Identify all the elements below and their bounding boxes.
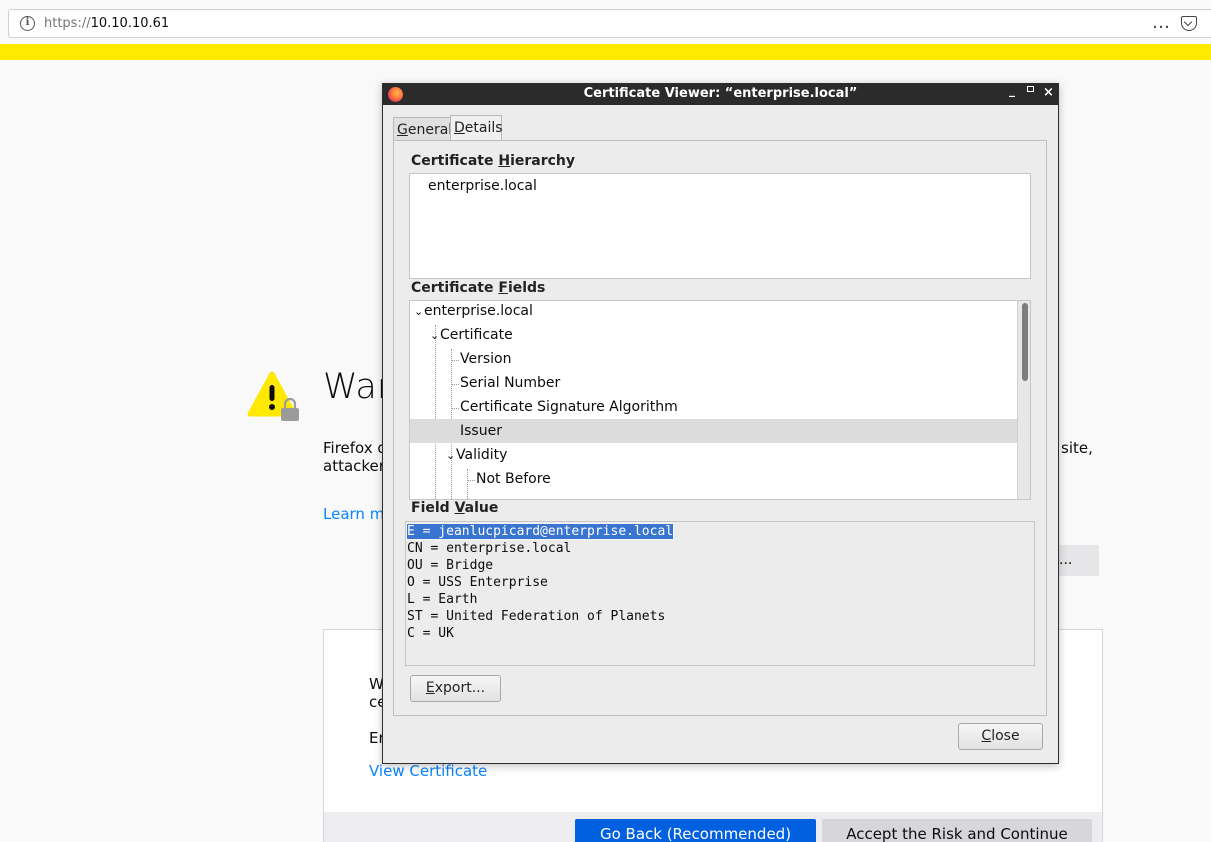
tab-details[interactable]: Details <box>450 115 503 141</box>
error-description-line2: attacker <box>323 457 385 475</box>
field-value-line: ST = United Federation of Planets <box>407 609 666 624</box>
field-value-line: CN = enterprise.local <box>407 541 572 556</box>
maximize-icon[interactable] <box>1027 86 1034 92</box>
certificate-viewer-dialog: Certificate Viewer: “enterprise.local” _… <box>382 83 1059 764</box>
close-label: lose <box>991 728 1020 744</box>
value-label-post: alue <box>464 500 499 516</box>
tree-guide-branch <box>451 384 459 385</box>
fields-label-post: ields <box>507 280 546 296</box>
dialog-title: Certificate Viewer: “enterprise.local” <box>583 86 858 101</box>
tab-details-label: etails <box>464 120 503 136</box>
error-title: War <box>323 367 392 407</box>
tree-item-signature-algorithm[interactable]: Certificate Signature Algorithm <box>460 395 678 419</box>
tree-item-version[interactable]: Version <box>460 347 511 371</box>
chevron-down-icon[interactable]: ⌄ <box>446 444 456 468</box>
certificate-fields-tree[interactable]: ⌄enterprise.local ⌄Certificate Version S… <box>409 300 1031 500</box>
tree-item-serial-number[interactable]: Serial Number <box>460 371 560 395</box>
url-scheme: https:// <box>44 16 91 31</box>
tree-item-label: Issuer <box>460 423 502 439</box>
tree-item-label: Validity <box>456 447 508 463</box>
value-label-pre: Field <box>411 500 455 516</box>
view-certificate-link[interactable]: View Certificate <box>369 762 487 780</box>
fields-label-accel: F <box>498 280 508 296</box>
tree-item-label: Certificate <box>440 327 513 343</box>
field-value-text[interactable]: E = jeanlucpicard@enterprise.local CN = … <box>405 521 1035 666</box>
export-accel: E <box>425 680 435 696</box>
hierarchy-label-post: ierarchy <box>510 153 576 169</box>
hierarchy-item[interactable]: enterprise.local <box>428 178 537 194</box>
url-text[interactable]: https://10.10.10.61 <box>44 16 169 31</box>
learn-more-link[interactable]: Learn m <box>323 505 384 523</box>
tree-item-root[interactable]: ⌄enterprise.local <box>414 301 533 324</box>
tree-guide-line <box>467 469 468 499</box>
url-bar[interactable]: i https://10.10.10.61 … <box>8 9 1211 38</box>
field-value-line: L = Earth <box>407 592 478 607</box>
tree-item-label: enterprise.local <box>424 303 533 319</box>
fields-label-pre: Certificate <box>411 280 499 296</box>
tab-details-accel: D <box>454 120 465 136</box>
tree-item-not-before[interactable]: Not Before <box>476 467 551 491</box>
chevron-down-icon[interactable]: ⌄ <box>414 301 424 324</box>
value-label-accel: V <box>454 500 465 516</box>
scrollbar-thumb[interactable] <box>1022 303 1028 381</box>
tree-guide-branch <box>451 408 459 409</box>
close-accel: C <box>981 728 992 744</box>
tree-item-issuer[interactable]: Issuer <box>410 419 1017 443</box>
accept-risk-button[interactable]: Accept the Risk and Continue <box>822 819 1092 842</box>
field-value-line: OU = Bridge <box>407 558 494 573</box>
tree-item-label: Serial Number <box>460 375 561 391</box>
browser-toolbar: i https://10.10.10.61 … <box>0 0 1211 44</box>
warning-lock-icon <box>247 371 299 421</box>
hierarchy-label-pre: Certificate <box>411 153 499 169</box>
certificate-fields-label: Certificate Fields <box>411 280 545 296</box>
close-button[interactable]: Close <box>958 723 1043 750</box>
chevron-down-icon[interactable]: ⌄ <box>430 324 440 348</box>
tree-item-certificate[interactable]: ⌄Certificate <box>430 323 513 347</box>
tree-guide-line <box>435 325 436 499</box>
field-value-line: C = UK <box>407 626 454 641</box>
error-description-line1: Firefox d <box>323 439 387 457</box>
minimize-icon[interactable]: _ <box>1009 83 1015 97</box>
error-description-end: site, <box>1061 439 1093 457</box>
warning-strip <box>0 44 1211 60</box>
field-value-selected-text: E = jeanlucpicard@enterprise.local <box>405 523 675 540</box>
export-label: xport... <box>434 680 486 696</box>
field-value-label: Field Value <box>411 500 498 516</box>
url-host: 10.10.10.61 <box>90 16 170 31</box>
tree-guide-branch <box>451 360 459 361</box>
pocket-icon[interactable] <box>1181 16 1197 31</box>
certificate-hierarchy-list[interactable]: enterprise.local <box>409 173 1031 279</box>
field-value-line: O = USS Enterprise <box>407 575 548 590</box>
export-button[interactable]: Export... <box>410 675 501 702</box>
close-icon[interactable]: × <box>1043 85 1054 100</box>
tree-item-label: Version <box>460 351 512 367</box>
field-value-line: E = jeanlucpicard@enterprise.local <box>405 523 1033 540</box>
fields-scrollbar[interactable] <box>1017 301 1030 499</box>
tree-item-label: Not Before <box>476 471 551 487</box>
info-icon[interactable]: i <box>20 16 35 31</box>
tab-general-accel: G <box>397 122 408 138</box>
tab-general-label: eneral <box>407 122 453 138</box>
dialog-titlebar[interactable]: Certificate Viewer: “enterprise.local” _… <box>383 83 1058 105</box>
certificate-hierarchy-label: Certificate Hierarchy <box>411 153 575 169</box>
tree-guide-branch <box>467 480 475 481</box>
hierarchy-label-accel: H <box>498 153 511 169</box>
go-back-button[interactable]: Go Back (Recommended) <box>575 819 816 842</box>
page-actions-menu-icon[interactable]: … <box>1152 12 1171 33</box>
tree-item-label: Certificate Signature Algorithm <box>460 399 678 415</box>
tree-item-validity[interactable]: ⌄Validity <box>446 443 507 467</box>
tab-general[interactable]: General <box>393 117 457 141</box>
